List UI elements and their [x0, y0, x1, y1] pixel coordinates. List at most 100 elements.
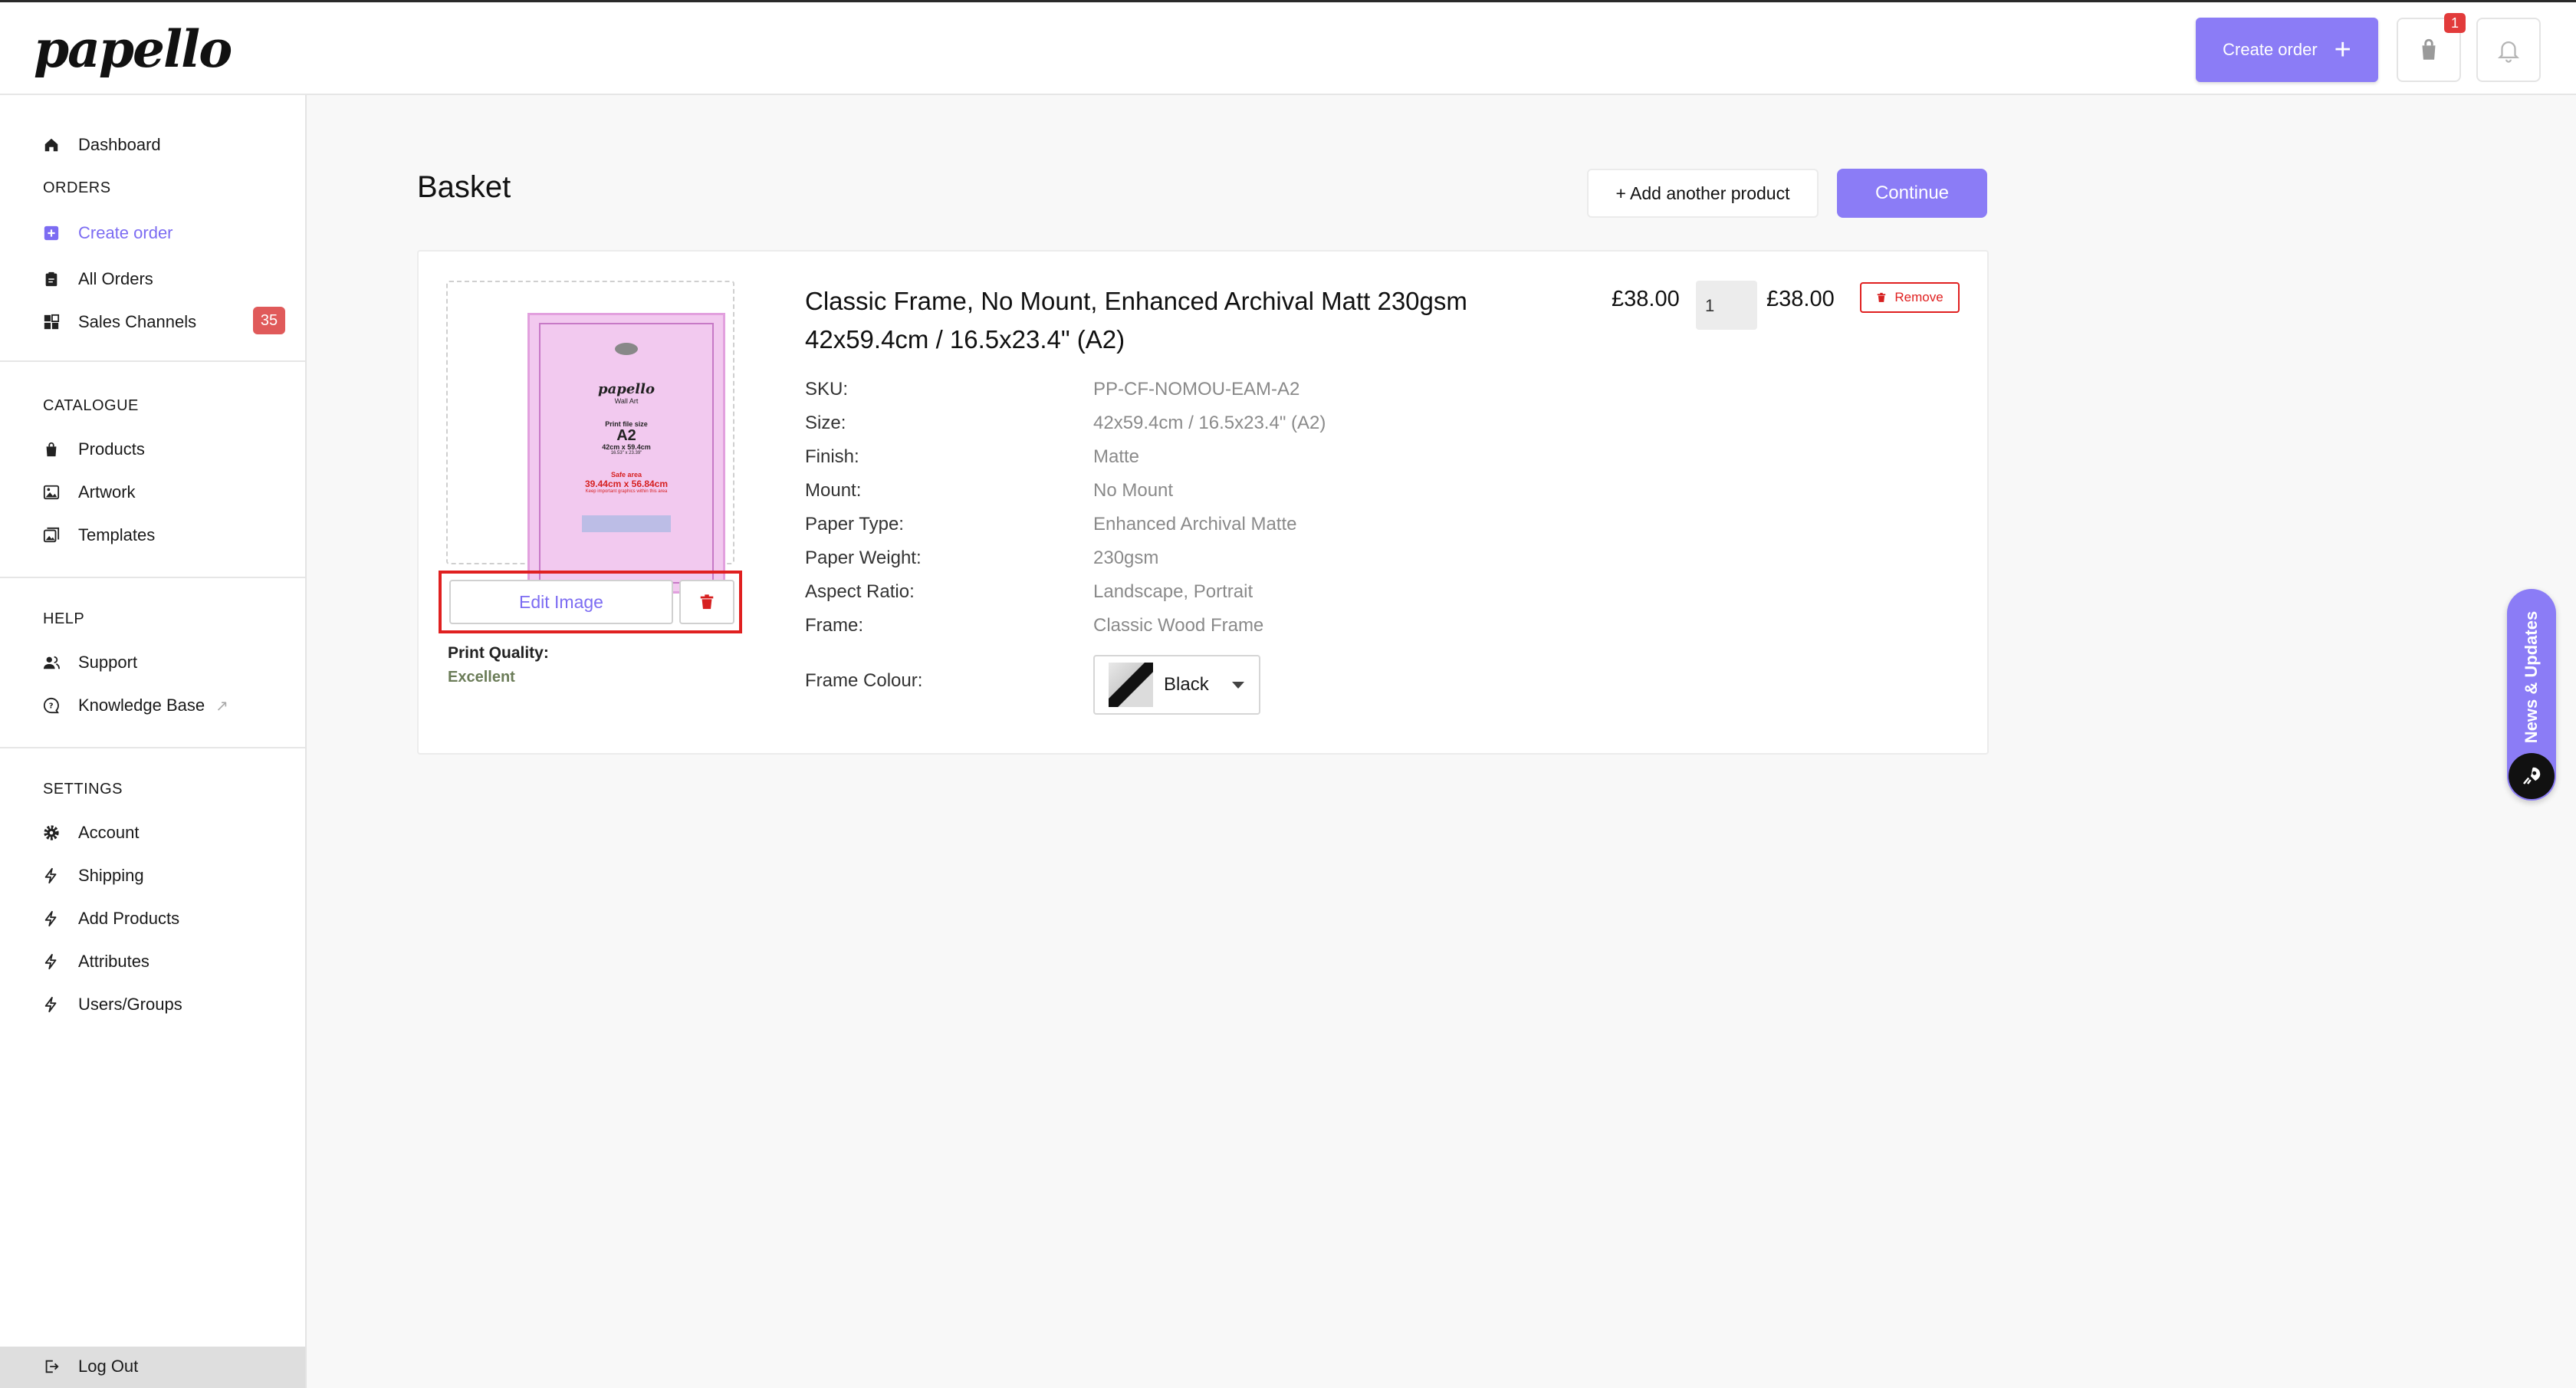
- sidebar-item-label: Knowledge Base: [78, 696, 205, 715]
- sidebar-item-templates[interactable]: Templates: [43, 520, 155, 551]
- sidebar-item-label: Account: [78, 823, 140, 842]
- frame-colour-label: Frame Colour:: [805, 670, 923, 691]
- lightning-icon: [43, 953, 60, 970]
- sidebar-item-attributes[interactable]: Attributes: [43, 946, 150, 977]
- sales-channels-count-badge: 35: [253, 307, 285, 334]
- lightning-icon: [43, 867, 60, 884]
- poster-note-box: [582, 515, 671, 532]
- basket-item-card: papello Wall Art Print file size A2 42cm…: [417, 250, 1989, 755]
- attribute-value: PP-CF-NOMOU-EAM-A2: [1093, 379, 1300, 400]
- product-title-line-2: 42x59.4cm / 16.5x23.4" (A2): [805, 325, 1125, 354]
- sidebar-item-label: Create order: [78, 223, 173, 242]
- attribute-key: Mount:: [805, 480, 862, 501]
- rocket-icon: [2509, 753, 2555, 799]
- news-updates-label-wrap: News & Updates: [2513, 604, 2550, 750]
- attribute-value: Matte: [1093, 446, 1140, 467]
- attribute-row: Frame: Classic Wood Frame: [805, 615, 1263, 640]
- sidebar: Dashboard ORDERS Create order All Orders…: [0, 95, 307, 1388]
- image-preview-frame: papello Wall Art Print file size A2 42cm…: [446, 281, 734, 594]
- sidebar-item-users-groups[interactable]: Users/Groups: [43, 989, 182, 1020]
- sidebar-item-label: Support: [78, 653, 138, 672]
- frame-colour-swatch: [1109, 663, 1153, 707]
- attribute-value: Enhanced Archival Matte: [1093, 514, 1297, 534]
- home-icon: [43, 136, 60, 153]
- bell-icon: [2497, 41, 2520, 63]
- remove-item-button[interactable]: Remove: [1860, 282, 1960, 313]
- artwork-preview[interactable]: papello Wall Art Print file size A2 42cm…: [527, 313, 725, 594]
- eye-icon: [615, 343, 638, 355]
- create-order-button[interactable]: Create order +: [2196, 18, 2378, 82]
- sidebar-item-log-out[interactable]: Log Out: [43, 1351, 138, 1382]
- sidebar-divider: [0, 360, 305, 362]
- plus-icon: +: [2334, 34, 2351, 66]
- attribute-key: Frame:: [805, 615, 864, 636]
- basket-count-badge: 1: [2444, 13, 2466, 33]
- attribute-row: Size: 42x59.4cm / 16.5x23.4" (A2): [805, 413, 1326, 437]
- external-link-icon: ↗: [215, 697, 228, 715]
- poster-size-name: A2: [616, 427, 636, 444]
- print-quality-label: Print Quality:: [448, 644, 549, 662]
- news-updates-label: News & Updates: [2522, 610, 2542, 744]
- attribute-value: 42x59.4cm / 16.5x23.4" (A2): [1093, 413, 1326, 433]
- sidebar-item-label: Shipping: [78, 866, 144, 885]
- poster-size-in: 16.53" x 23.39": [610, 451, 642, 456]
- quantity-input[interactable]: 1: [1696, 281, 1757, 330]
- chevron-down-icon: [1231, 681, 1244, 689]
- template-icon: [43, 527, 60, 544]
- sidebar-item-account[interactable]: Account: [43, 817, 140, 848]
- poster-size-cm: 42cm x 59.4cm: [602, 443, 651, 451]
- help-bubble-icon: ?: [43, 697, 60, 714]
- product-title: Classic Frame, No Mount, Enhanced Archiv…: [805, 282, 1572, 359]
- attribute-row: SKU: PP-CF-NOMOU-EAM-A2: [805, 379, 1300, 403]
- sidebar-item-dashboard[interactable]: Dashboard: [43, 130, 161, 160]
- attribute-key: Finish:: [805, 446, 859, 467]
- bag-icon: [43, 441, 60, 458]
- poster-safe-area-label: Safe area: [610, 471, 642, 479]
- product-title-line-1: Classic Frame, No Mount, Enhanced Archiv…: [805, 287, 1467, 315]
- sidebar-item-label: Users/Groups: [78, 995, 182, 1014]
- apps-grid-icon: [43, 314, 60, 331]
- trash-icon: [1878, 292, 1886, 302]
- trash-icon: [700, 594, 714, 610]
- attribute-value: No Mount: [1093, 480, 1174, 501]
- remove-label: Remove: [1894, 290, 1944, 304]
- clipboard-icon: [43, 271, 60, 288]
- sidebar-item-all-orders[interactable]: All Orders: [43, 264, 153, 294]
- sidebar-item-label: Add Products: [78, 909, 180, 928]
- sidebar-item-create-order[interactable]: Create order: [43, 218, 173, 248]
- sidebar-item-shipping[interactable]: Shipping: [43, 860, 144, 891]
- attribute-value: Landscape, Portrait: [1093, 581, 1254, 602]
- attribute-row: Mount: No Mount: [805, 480, 1173, 505]
- frame-colour-select[interactable]: Black: [1093, 655, 1260, 715]
- poster-safe-area-dimensions: 39.44cm x 56.84cm: [584, 479, 669, 489]
- sidebar-item-artwork[interactable]: Artwork: [43, 477, 136, 508]
- unit-price: £38.00: [1612, 287, 1680, 311]
- sidebar-item-label: Artwork: [78, 482, 136, 502]
- poster-subtitle: Wall Art: [614, 397, 639, 405]
- sidebar-item-add-products[interactable]: Add Products: [43, 903, 179, 934]
- create-order-label: Create order: [2223, 40, 2318, 59]
- sidebar-item-sales-channels[interactable]: Sales Channels: [43, 307, 196, 337]
- add-another-product-button[interactable]: + Add another product: [1587, 169, 1819, 218]
- sidebar-item-support[interactable]: Support: [43, 647, 137, 678]
- attribute-key: Paper Weight:: [805, 548, 922, 568]
- sidebar-item-label: Dashboard: [78, 135, 161, 154]
- sidebar-item-label: Templates: [78, 525, 156, 544]
- delete-image-button[interactable]: [679, 580, 734, 624]
- sidebar-item-knowledge-base[interactable]: ? Knowledge Base ↗: [43, 690, 228, 721]
- attribute-row: Paper Type: Enhanced Archival Matte: [805, 514, 1297, 538]
- sidebar-item-products[interactable]: Products: [43, 434, 145, 465]
- settings-section-header: SETTINGS: [43, 781, 123, 798]
- papello-logo[interactable]: papello: [34, 19, 232, 79]
- attribute-key: Paper Type:: [805, 514, 904, 534]
- news-updates-tab[interactable]: News & Updates: [2507, 589, 2556, 801]
- notifications-button[interactable]: [2476, 18, 2541, 82]
- continue-button[interactable]: Continue: [1837, 169, 1987, 218]
- print-quality-value: Excellent: [448, 669, 515, 686]
- sidebar-divider: [0, 747, 305, 748]
- sidebar-divider: [0, 577, 305, 578]
- edit-image-button[interactable]: Edit Image: [449, 580, 673, 624]
- attribute-value: 230gsm: [1093, 548, 1159, 568]
- poster-logo: papello: [598, 381, 655, 397]
- line-total-price: £38.00: [1766, 287, 1835, 311]
